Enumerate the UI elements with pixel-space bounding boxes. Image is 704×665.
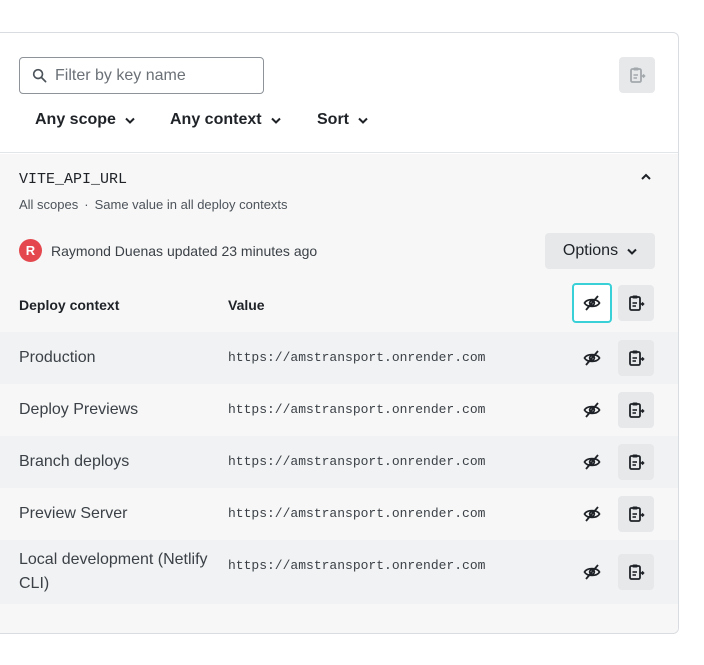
clipboard-copy-icon [629, 454, 645, 470]
row-value[interactable]: https://amstransport.onrender.com [228, 454, 485, 469]
sort-label: Sort [317, 111, 349, 128]
chevron-down-icon [125, 117, 135, 124]
reveal-value-button[interactable] [574, 444, 610, 480]
table-row: Local development (Netlify CLI) https://… [0, 540, 678, 604]
clipboard-copy-icon [629, 506, 645, 522]
clipboard-copy-icon [630, 67, 646, 83]
eye-slash-icon [583, 454, 601, 470]
row-context: Local development (Netlify CLI) [19, 551, 208, 592]
clipboard-copy-icon [629, 350, 645, 366]
eye-slash-icon [583, 295, 601, 311]
chevron-up-icon[interactable] [639, 172, 653, 182]
row-context: Preview Server [19, 505, 128, 522]
search-input[interactable] [55, 66, 250, 85]
copy-value-button[interactable] [618, 340, 654, 376]
search-icon [32, 68, 47, 83]
chevron-down-icon [627, 248, 637, 255]
search-field[interactable] [19, 57, 264, 94]
scope-filter-label: Any scope [35, 111, 116, 128]
row-value[interactable]: https://amstransport.onrender.com [228, 402, 485, 417]
context-filter-dropdown[interactable]: Any context [170, 109, 281, 131]
options-label: Options [562, 242, 619, 259]
chevron-down-icon [358, 117, 368, 124]
reveal-value-button[interactable] [574, 340, 610, 376]
chevron-down-icon [270, 117, 281, 124]
copy-value-button[interactable] [618, 496, 654, 532]
row-context: Branch deploys [19, 453, 130, 470]
table-row: Deploy Previews https://amstransport.onr… [0, 384, 678, 436]
clipboard-copy-icon [629, 564, 645, 580]
variable-value-mode: Same value in all deploy contexts [94, 197, 288, 212]
column-header-value: Value [228, 297, 265, 313]
reveal-value-button[interactable] [574, 496, 610, 532]
column-header-context: Deploy context [19, 297, 120, 313]
row-context: Deploy Previews [19, 401, 139, 418]
table-row: Branch deploys https://amstransport.onre… [0, 436, 678, 488]
copy-all-values-button[interactable] [618, 285, 654, 321]
reveal-value-button[interactable] [574, 554, 610, 590]
sort-dropdown[interactable]: Sort [317, 109, 368, 131]
clipboard-copy-icon [629, 402, 645, 418]
reveal-value-button[interactable] [574, 392, 610, 428]
copy-all-button[interactable] [619, 57, 655, 93]
eye-slash-icon [583, 402, 601, 418]
variable-key: VITE_API_URL [19, 171, 128, 188]
table-row: Production https://amstransport.onrender… [0, 332, 678, 384]
row-context: Production [19, 349, 96, 366]
eye-slash-icon [583, 506, 601, 522]
variable-meta: All scopes · Same value in all deploy cont… [19, 197, 288, 212]
copy-value-button[interactable] [618, 554, 654, 590]
context-filter-label: Any context [170, 111, 262, 128]
table-row: Preview Server https://amstransport.onre… [0, 488, 678, 540]
copy-value-button[interactable] [618, 392, 654, 428]
clipboard-copy-icon [629, 295, 645, 311]
variable-card: VITE_API_URL All scopes · Same value in al… [0, 154, 678, 633]
scope-filter-dropdown[interactable]: Any scope [35, 109, 135, 131]
eye-slash-icon [583, 350, 601, 366]
toolbar: Any scope Any context Sort [0, 33, 678, 153]
row-value[interactable]: https://amstransport.onrender.com [228, 350, 485, 365]
eye-slash-icon [583, 564, 601, 580]
avatar: R [19, 239, 42, 262]
variable-scopes: All scopes [19, 197, 79, 212]
options-button[interactable]: Options [545, 233, 655, 269]
updated-by-text: Raymond Duenas updated 23 minutes ago [51, 243, 318, 259]
environment-variables-panel: Any scope Any context Sort VITE_API_URL … [0, 32, 679, 634]
reveal-all-values-button[interactable] [572, 283, 612, 323]
copy-value-button[interactable] [618, 444, 654, 480]
row-value[interactable]: https://amstransport.onrender.com [228, 558, 485, 573]
row-value[interactable]: https://amstransport.onrender.com [228, 506, 485, 521]
